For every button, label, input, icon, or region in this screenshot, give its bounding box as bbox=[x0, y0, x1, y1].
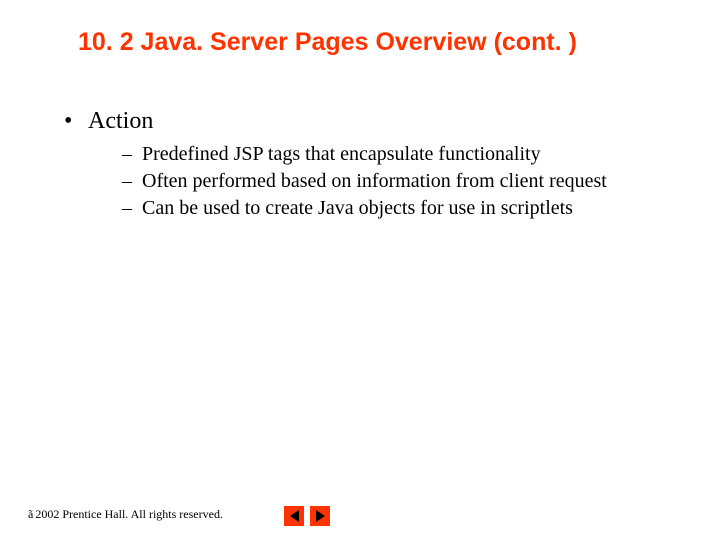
sub-bullets: Predefined JSP tags that encapsulate fun… bbox=[116, 142, 680, 221]
bullet-level2: Often performed based on information fro… bbox=[116, 169, 680, 194]
footer: ã 2002 Prentice Hall. All rights reserve… bbox=[28, 507, 223, 522]
copyright-symbol-icon: ã bbox=[28, 507, 33, 522]
bullet-level2: Can be used to create Java objects for u… bbox=[116, 196, 680, 221]
footer-text: 2002 Prentice Hall. All rights reserved. bbox=[35, 507, 223, 522]
nav-controls bbox=[284, 506, 330, 526]
next-slide-button[interactable] bbox=[310, 506, 330, 526]
slide: 10. 2 Java. Server Pages Overview (cont.… bbox=[0, 0, 720, 540]
bullet-level1: Action Predefined JSP tags that encapsul… bbox=[60, 106, 680, 221]
bullet-level2: Predefined JSP tags that encapsulate fun… bbox=[116, 142, 680, 167]
prev-slide-button[interactable] bbox=[284, 506, 304, 526]
slide-body: Action Predefined JSP tags that encapsul… bbox=[60, 100, 680, 227]
arrow-left-icon bbox=[290, 510, 299, 522]
slide-title: 10. 2 Java. Server Pages Overview (cont.… bbox=[78, 28, 680, 57]
bullet-label: Action bbox=[88, 108, 153, 134]
arrow-right-icon bbox=[316, 510, 325, 522]
